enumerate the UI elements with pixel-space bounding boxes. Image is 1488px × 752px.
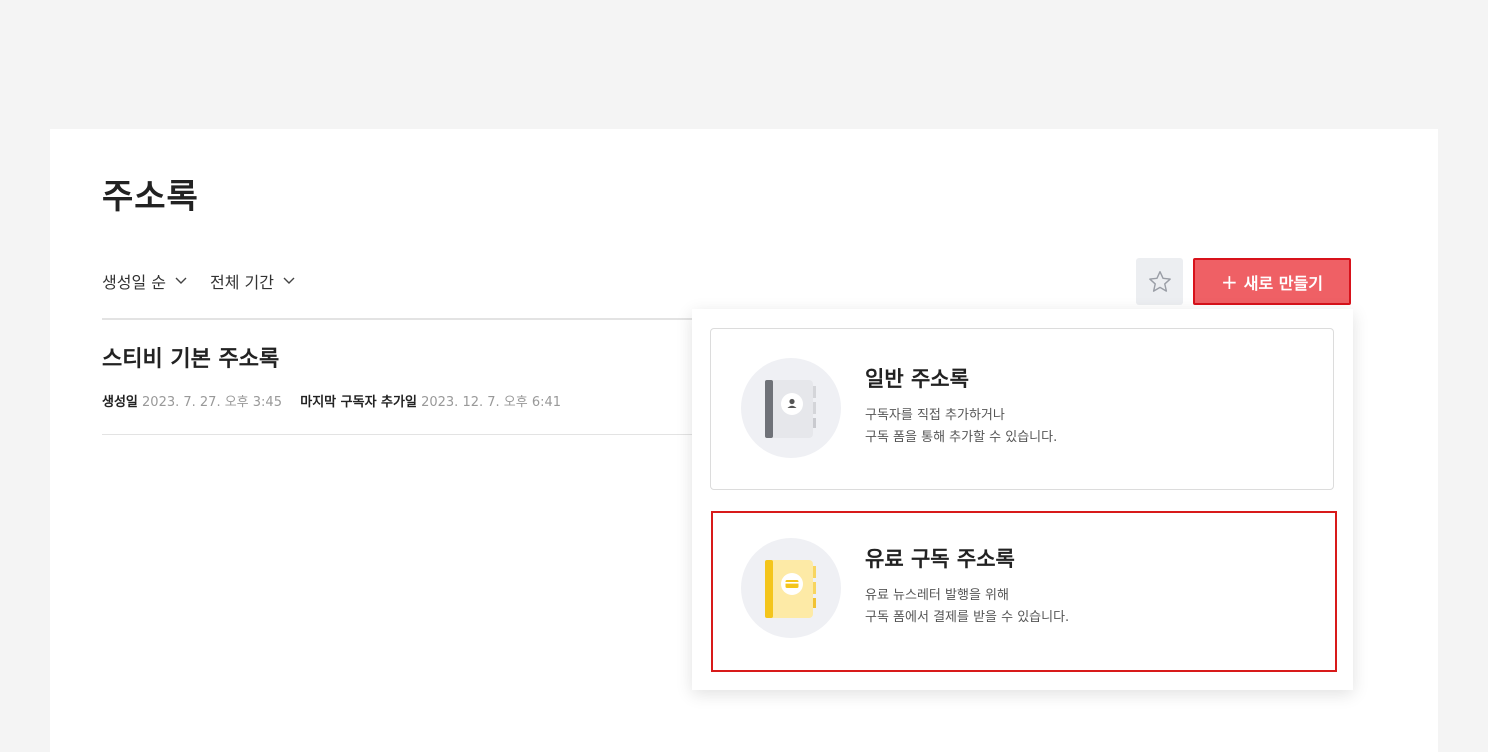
- created-key: 생성일: [102, 395, 138, 410]
- sort-label: 생성일 순: [102, 273, 166, 292]
- paid-option-title: 유료 구독 주소록: [865, 547, 1015, 571]
- chevron-down-icon: [175, 277, 187, 284]
- general-option-title: 일반 주소록: [865, 367, 969, 391]
- page-title: 주소록: [102, 177, 199, 217]
- create-new-label: 새로 만들기: [1243, 273, 1323, 293]
- paid-subscription-address-book-option[interactable]: 유료 구독 주소록 유료 뉴스레터 발행을 위해 구독 폼에서 결제를 받을 수…: [711, 511, 1337, 672]
- general-desc-line: 구독 폼을 통해 추가할 수 있습니다.: [865, 430, 1058, 445]
- paid-book-icon: [741, 538, 841, 638]
- address-book-title[interactable]: 스티비 기본 주소록: [102, 341, 279, 373]
- last-added-key: 마지막 구독자 추가일: [300, 395, 417, 410]
- period-label: 전체 기간: [209, 273, 274, 292]
- plus-icon: +: [1221, 269, 1238, 294]
- create-menu-dropdown: 일반 주소록 구독자를 직접 추가하거나 구독 폼을 통해 추가할 수 있습니다…: [692, 309, 1353, 690]
- created-value: 2023. 7. 27. 오후 3:45: [142, 395, 282, 410]
- create-new-button[interactable]: + 새로 만들기: [1193, 258, 1351, 305]
- address-book-meta: 생성일 2023. 7. 27. 오후 3:45 마지막 구독자 추가일 202…: [102, 391, 561, 410]
- general-desc-line: 구독자를 직접 추가하거나: [865, 408, 1005, 423]
- last-added-value: 2023. 12. 7. 오후 6:41: [421, 395, 562, 410]
- general-book-icon: [741, 358, 841, 458]
- filter-bar: 생성일 순 전체 기간: [102, 269, 296, 293]
- general-address-book-option[interactable]: 일반 주소록 구독자를 직접 추가하거나 구독 폼을 통해 추가할 수 있습니다…: [710, 328, 1334, 490]
- paid-desc-line: 유료 뉴스레터 발행을 위해: [865, 588, 1009, 603]
- favorite-filter-button[interactable]: [1136, 258, 1183, 305]
- chevron-down-icon: [283, 277, 295, 284]
- list-divider: [102, 434, 692, 435]
- general-option-description: 구독자를 직접 추가하거나 구독 폼을 통해 추가할 수 있습니다.: [865, 405, 1057, 449]
- list-divider: [102, 318, 692, 320]
- paid-desc-line: 구독 폼에서 결제를 받을 수 있습니다.: [865, 610, 1070, 625]
- star-icon: [1148, 270, 1171, 292]
- period-dropdown[interactable]: 전체 기간: [210, 269, 296, 293]
- paid-option-description: 유료 뉴스레터 발행을 위해 구독 폼에서 결제를 받을 수 있습니다.: [865, 585, 1069, 629]
- sort-dropdown[interactable]: 생성일 순: [102, 269, 188, 293]
